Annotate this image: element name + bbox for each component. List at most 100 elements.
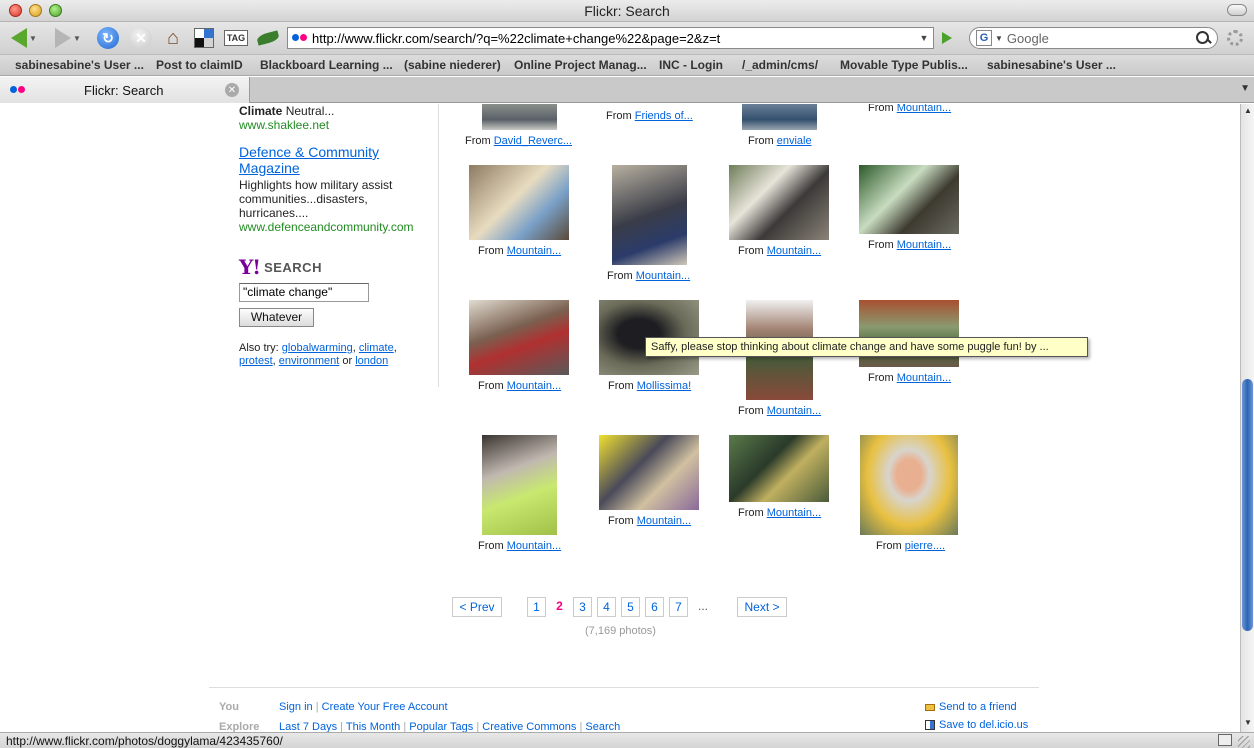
stop-button[interactable]: ✕: [128, 26, 154, 50]
bookmark-item[interactable]: (sabine niederer): [404, 58, 501, 72]
engine-dropdown-icon[interactable]: ▼: [995, 34, 1003, 43]
flickr-search-input[interactable]: "climate change": [239, 283, 369, 302]
scroll-up-icon[interactable]: ▲: [1243, 106, 1253, 115]
photo-caption: From Mountain...: [738, 405, 822, 417]
photo-image[interactable]: [729, 435, 829, 502]
photo-owner-link[interactable]: Mountain...: [507, 380, 561, 392]
page-link-7[interactable]: 7: [669, 597, 688, 617]
ad-url[interactable]: www.defenceandcommunity.com: [239, 220, 434, 234]
vertical-scrollbar[interactable]: ▲ ▼: [1240, 104, 1254, 732]
scroll-down-icon[interactable]: ▼: [1243, 718, 1253, 727]
also-try-label: Also try:: [239, 342, 282, 354]
web-search-placeholder[interactable]: Google: [1007, 31, 1194, 46]
photo-image[interactable]: [599, 435, 699, 510]
bookmark-item[interactable]: /_admin/cms/: [742, 58, 818, 72]
photo-owner-link[interactable]: Mountain...: [897, 239, 951, 251]
scrollbar-thumb[interactable]: [1242, 379, 1253, 631]
also-try-link-environment[interactable]: environment: [279, 355, 340, 367]
search-button[interactable]: Whatever: [239, 308, 314, 327]
photo-owner-link[interactable]: Mountain...: [767, 405, 821, 417]
photo-image[interactable]: [742, 104, 817, 130]
sign-in-link[interactable]: Sign in: [279, 701, 313, 713]
photo-image[interactable]: [469, 165, 569, 240]
photo-owner-link[interactable]: Mollissima!: [637, 380, 691, 392]
bookmark-item[interactable]: INC - Login: [659, 58, 723, 72]
tag-button[interactable]: TAG: [223, 26, 249, 50]
save-to-delicious[interactable]: Save to del.icio.us: [925, 719, 1028, 731]
back-button[interactable]: ▼: [6, 26, 42, 50]
bookmark-item[interactable]: Post to claimID: [156, 58, 243, 72]
address-bar[interactable]: http://www.flickr.com/search/?q=%22clima…: [287, 27, 934, 49]
also-try-link-climate[interactable]: climate: [359, 342, 394, 354]
url-history-dropdown-icon[interactable]: ▼: [915, 33, 933, 43]
popular-tags-link[interactable]: Popular Tags: [409, 721, 473, 732]
photo-owner-link[interactable]: Mountain...: [897, 104, 951, 114]
photo-owner-link[interactable]: Mountain...: [897, 372, 951, 384]
bookmark-item[interactable]: sabinesabine's User ...: [987, 58, 1116, 72]
photo-owner-link[interactable]: Mountain...: [636, 270, 690, 282]
tab-strip: Flickr: Search ✕ ▼: [0, 77, 1254, 103]
page-link-6[interactable]: 6: [645, 597, 664, 617]
delicious-button[interactable]: [192, 26, 216, 50]
photo-image[interactable]: [482, 104, 557, 130]
bookmark-item[interactable]: Movable Type Publis...: [840, 58, 968, 72]
next-page-button[interactable]: Next >: [737, 597, 787, 617]
also-try-link-globalwarming[interactable]: globalwarming: [282, 342, 353, 354]
go-button[interactable]: [936, 28, 958, 48]
this-month-link[interactable]: This Month: [346, 721, 400, 732]
page-current-2: 2: [550, 597, 569, 617]
url-text[interactable]: http://www.flickr.com/search/?q=%22clima…: [312, 31, 915, 46]
web-search-box[interactable]: G ▼ Google: [969, 27, 1218, 49]
photo-image[interactable]: [612, 165, 687, 265]
send-to-friend[interactable]: Send to a friend: [925, 701, 1017, 713]
toolbar-toggle-button[interactable]: [1227, 4, 1247, 16]
last-7-days-link[interactable]: Last 7 Days: [279, 721, 337, 732]
bookmark-item[interactable]: Online Project Manag...: [514, 58, 647, 72]
page-link-4[interactable]: 4: [597, 597, 616, 617]
create-account-link[interactable]: Create Your Free Account: [322, 701, 448, 713]
photo-image[interactable]: [729, 165, 829, 240]
status-text: http://www.flickr.com/photos/doggylama/4…: [6, 734, 283, 748]
photo-owner-link[interactable]: Mountain...: [507, 540, 561, 552]
photo-owner-link[interactable]: David_Reverc...: [494, 135, 572, 147]
ad-url[interactable]: www.shaklee.net: [239, 118, 334, 132]
also-try-link-protest[interactable]: protest: [239, 355, 273, 367]
reload-button[interactable]: ↻: [95, 26, 121, 50]
photo-owner-link[interactable]: Friends of...: [635, 110, 693, 122]
tab-close-icon[interactable]: ✕: [225, 83, 239, 97]
page-link-3[interactable]: 3: [573, 597, 592, 617]
yahoo-logo-icon: Y!: [239, 255, 261, 279]
photo-image[interactable]: [859, 165, 959, 234]
bookmark-item[interactable]: Blackboard Learning ...: [260, 58, 393, 72]
photo-owner-link[interactable]: Mountain...: [767, 245, 821, 257]
photo-image[interactable]: [860, 435, 958, 535]
photo-owner-link[interactable]: pierre....: [905, 540, 945, 552]
page-link-1[interactable]: 1: [527, 597, 546, 617]
prev-page-button[interactable]: < Prev: [452, 597, 502, 617]
save-to-delicious-link[interactable]: Save to del.icio.us: [939, 719, 1028, 731]
tab-list-dropdown-icon[interactable]: ▼: [1240, 83, 1250, 94]
photo-caption: From Mountain...: [868, 104, 952, 114]
photo-owner-link[interactable]: Mountain...: [637, 515, 691, 527]
google-engine-icon[interactable]: G: [976, 30, 992, 46]
ad-title-link[interactable]: Defence & Community Magazine: [239, 144, 434, 176]
status-icon[interactable]: [1218, 734, 1232, 746]
search-link[interactable]: Search: [585, 721, 620, 732]
photo-image[interactable]: [482, 435, 557, 535]
page-link-5[interactable]: 5: [621, 597, 640, 617]
leaf-button[interactable]: [255, 26, 281, 50]
also-try-link-london[interactable]: london: [355, 355, 388, 367]
send-to-friend-link[interactable]: Send to a friend: [939, 701, 1017, 713]
photo-image[interactable]: [469, 300, 569, 375]
tab-flickr-search[interactable]: Flickr: Search ✕: [0, 77, 250, 103]
sponsored-ad-climate-neutral[interactable]: Climate Neutral... www.shaklee.net: [239, 104, 334, 132]
search-icon[interactable]: [1194, 29, 1212, 47]
resize-grip-icon[interactable]: [1238, 736, 1250, 748]
bookmark-item[interactable]: sabinesabine's User ...: [15, 58, 144, 72]
photo-owner-link[interactable]: Mountain...: [507, 245, 561, 257]
creative-commons-link[interactable]: Creative Commons: [482, 721, 576, 732]
forward-button[interactable]: ▼: [50, 26, 86, 50]
photo-owner-link[interactable]: Mountain...: [767, 507, 821, 519]
home-button[interactable]: ⌂: [160, 26, 186, 50]
photo-owner-link[interactable]: enviale: [777, 135, 812, 147]
